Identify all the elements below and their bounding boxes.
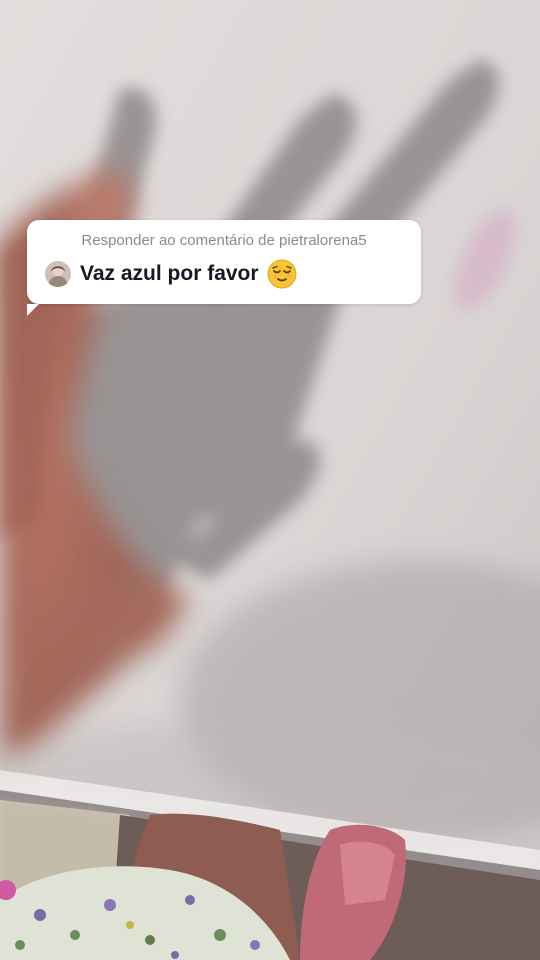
video-frame <box>0 0 540 960</box>
commenter-avatar[interactable] <box>45 261 71 287</box>
relieved-face-emoji-icon <box>267 259 297 289</box>
photo-background <box>0 0 540 960</box>
reply-header: Responder ao comentário de pietralorena5 <box>81 232 367 249</box>
reply-body: Vaz azul por favor <box>45 259 297 289</box>
reply-comment-bubble[interactable]: Responder ao comentário de pietralorena5… <box>27 220 421 316</box>
comment-text: Vaz azul por favor <box>80 262 259 285</box>
